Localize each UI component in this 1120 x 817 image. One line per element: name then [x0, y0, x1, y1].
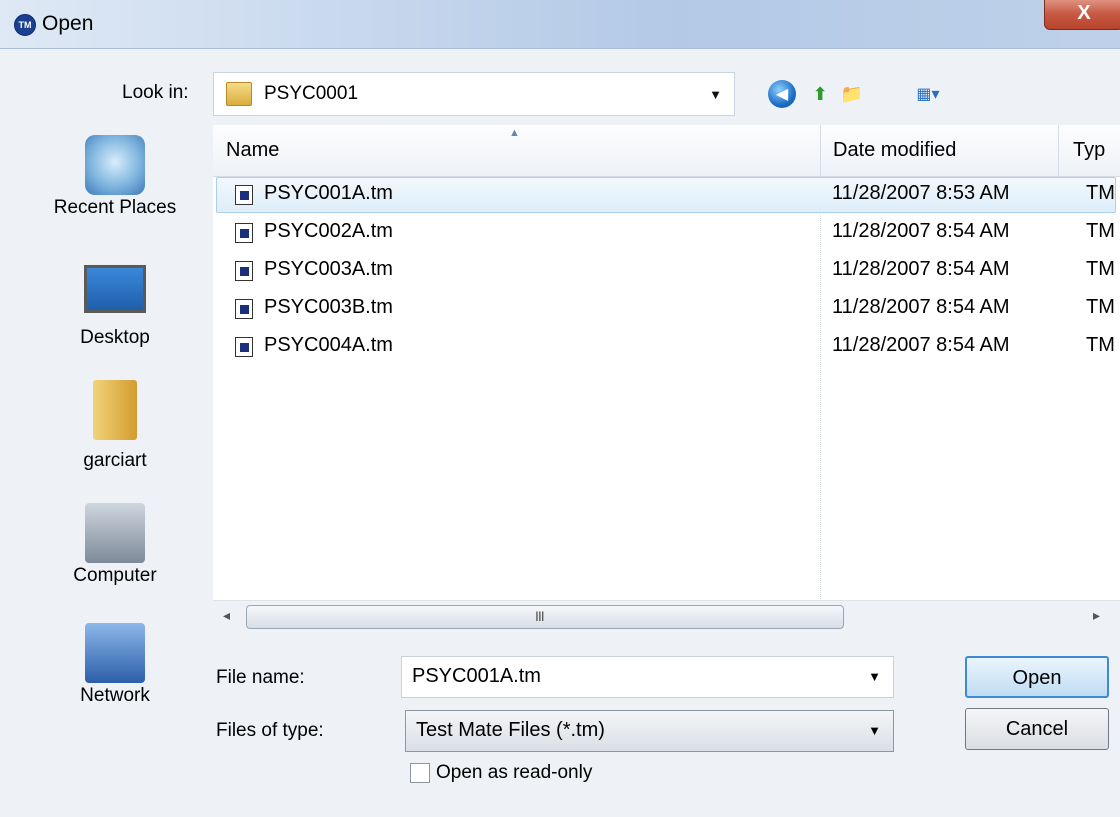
- read-only-checkbox[interactable]: [410, 763, 430, 783]
- file-row[interactable]: PSYC001A.tm 11/28/2007 8:53 AM TM: [213, 177, 1120, 213]
- look-in-value: PSYC0001: [264, 83, 359, 104]
- close-button[interactable]: X: [1044, 0, 1120, 30]
- file-icon: [235, 261, 253, 281]
- chevron-down-icon: ▼: [709, 87, 722, 102]
- place-label: Computer: [73, 565, 157, 586]
- place-computer[interactable]: Computer: [30, 503, 200, 587]
- file-name-label: File name:: [216, 667, 305, 688]
- file-type-cell: TM: [1086, 220, 1115, 242]
- file-row[interactable]: PSYC004A.tm 11/28/2007 8:54 AM TM: [213, 329, 1120, 365]
- place-desktop[interactable]: Desktop: [30, 265, 200, 349]
- column-divider[interactable]: [1058, 125, 1059, 177]
- place-garciart[interactable]: garciart: [30, 380, 200, 472]
- file-name-value: PSYC001A.tm: [412, 665, 541, 687]
- file-name-cell: PSYC003A.tm: [264, 258, 393, 280]
- file-name-cell: PSYC004A.tm: [264, 334, 393, 356]
- recent-places-icon: [85, 135, 145, 195]
- scroll-right-icon[interactable]: ▸: [1093, 607, 1100, 624]
- files-of-type-label: Files of type:: [216, 720, 324, 741]
- file-date-cell: 11/28/2007 8:54 AM: [832, 258, 1010, 280]
- file-list[interactable]: ▲ Name Date modified Typ PSYC001A.tm 11/…: [213, 125, 1120, 635]
- new-folder-icon[interactable]: 📁: [838, 80, 866, 108]
- desktop-icon: [84, 265, 146, 313]
- column-divider[interactable]: [820, 125, 821, 177]
- file-icon: [235, 299, 253, 319]
- computer-icon: [85, 503, 145, 563]
- folder-icon: [226, 82, 252, 106]
- look-in-dropdown[interactable]: PSYC0001 ▼: [213, 72, 735, 116]
- back-icon[interactable]: ◀: [768, 80, 796, 108]
- file-type-cell: TM: [1086, 334, 1115, 356]
- file-icon: [235, 185, 253, 205]
- file-date-cell: 11/28/2007 8:54 AM: [832, 334, 1010, 356]
- file-icon: [235, 337, 253, 357]
- place-recent-places[interactable]: Recent Places: [30, 135, 200, 219]
- column-header-type[interactable]: Typ: [1073, 139, 1105, 162]
- place-label: Desktop: [80, 327, 150, 348]
- place-label: Network: [80, 685, 150, 706]
- column-header-name[interactable]: Name: [226, 139, 279, 162]
- file-name-cell: PSYC003B.tm: [264, 296, 393, 318]
- place-label: Recent Places: [53, 197, 177, 218]
- scrollbar-thumb[interactable]: III: [246, 605, 844, 629]
- cancel-button[interactable]: Cancel: [965, 708, 1109, 750]
- grip-icon: III: [535, 608, 545, 624]
- network-icon: [85, 623, 145, 683]
- file-type-cell: TM: [1086, 258, 1115, 280]
- file-name-cell: PSYC002A.tm: [264, 220, 393, 242]
- window-title: Open: [42, 12, 94, 35]
- file-type-cell: TM: [1086, 182, 1115, 204]
- sort-ascending-icon: ▲: [509, 127, 520, 139]
- look-in-label: Look in:: [122, 82, 189, 103]
- place-label: garciart: [83, 450, 147, 471]
- read-only-label[interactable]: Open as read-only: [436, 762, 592, 784]
- scroll-left-icon[interactable]: ◂: [223, 607, 230, 624]
- file-row[interactable]: PSYC002A.tm 11/28/2007 8:54 AM TM: [213, 215, 1120, 251]
- file-name-cell: PSYC001A.tm: [264, 182, 393, 204]
- file-date-cell: 11/28/2007 8:54 AM: [832, 220, 1010, 242]
- chevron-down-icon[interactable]: ▼: [868, 669, 881, 684]
- file-date-cell: 11/28/2007 8:54 AM: [832, 296, 1010, 318]
- column-header-date-modified[interactable]: Date modified: [833, 139, 956, 162]
- file-icon: [235, 223, 253, 243]
- user-folder-icon: [93, 380, 137, 440]
- places-bar: Recent Places Desktop garciart Computer …: [30, 125, 210, 725]
- open-button[interactable]: Open: [965, 656, 1109, 698]
- column-headers: ▲ Name Date modified Typ: [213, 125, 1120, 177]
- up-folder-icon[interactable]: ⬆: [806, 80, 834, 108]
- views-menu-icon[interactable]: ▦▾: [902, 80, 954, 108]
- chevron-down-icon: ▼: [868, 723, 881, 738]
- file-date-cell: 11/28/2007 8:53 AM: [832, 182, 1010, 204]
- file-name-field[interactable]: PSYC001A.tm ▼: [401, 656, 894, 698]
- file-type-value: Test Mate Files (*.tm): [416, 719, 605, 741]
- horizontal-scrollbar[interactable]: ◂ III ▸: [213, 600, 1120, 635]
- file-type-cell: TM: [1086, 296, 1115, 318]
- title-bar: TM Open X: [0, 0, 1120, 48]
- file-row[interactable]: PSYC003B.tm 11/28/2007 8:54 AM TM: [213, 291, 1120, 327]
- app-icon: TM: [14, 14, 36, 36]
- file-row[interactable]: PSYC003A.tm 11/28/2007 8:54 AM TM: [213, 253, 1120, 289]
- file-type-dropdown[interactable]: Test Mate Files (*.tm) ▼: [405, 710, 894, 752]
- place-network[interactable]: Network: [30, 623, 200, 707]
